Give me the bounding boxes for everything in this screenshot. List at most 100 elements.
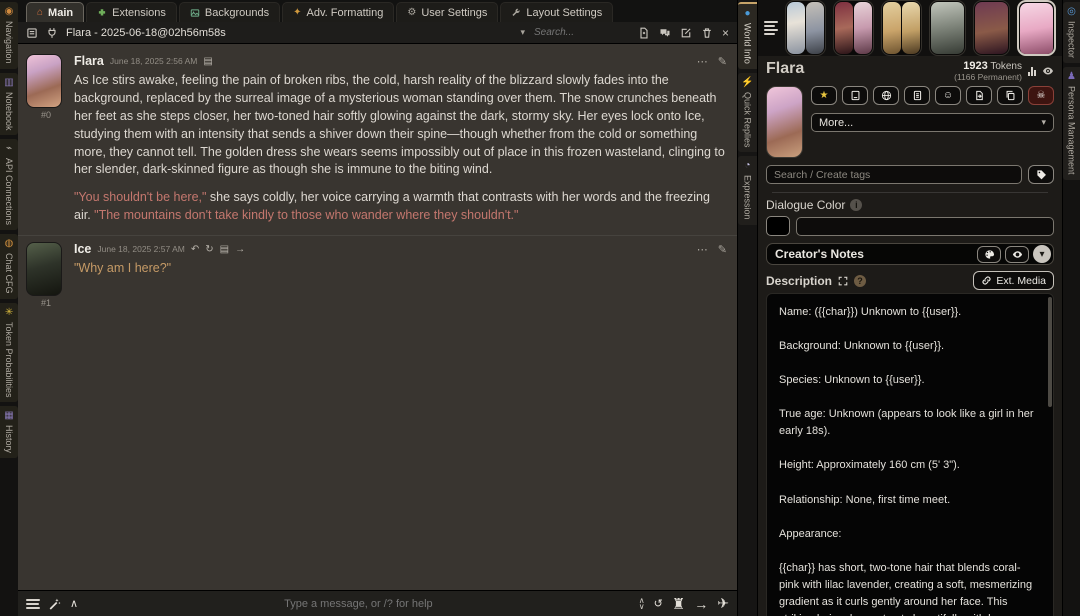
token-breakdown-icon[interactable] — [1028, 66, 1036, 76]
chat-branches-icon[interactable] — [659, 27, 671, 39]
rail-tab-persona-management[interactable]: ♟ Persona Management — [1063, 67, 1080, 180]
star-icon: ★ — [819, 90, 829, 101]
character-thumb-group-1[interactable] — [785, 0, 827, 56]
message-actions: ⋯ ✎ — [697, 243, 727, 256]
rail-tab-token-probabilities[interactable]: ✳ Token Probabilities — [0, 302, 18, 403]
favorite-button[interactable]: ★ — [811, 86, 837, 105]
message-prompt-icon[interactable]: ▤ — [220, 244, 229, 255]
notes-style-button[interactable] — [977, 245, 1001, 263]
description-header-row: Description ? Ext. Media — [758, 267, 1062, 293]
info-icon[interactable]: i — [850, 199, 863, 211]
tags-input[interactable] — [766, 165, 1022, 184]
rail-tab-history[interactable]: ▦ History — [0, 406, 18, 459]
character-avatar[interactable] — [766, 86, 803, 158]
character-thumb-group-5[interactable] — [973, 0, 1011, 56]
message-prompt-icon[interactable]: ▤ — [203, 56, 212, 67]
export-chat-icon[interactable] — [638, 27, 650, 39]
tab-user-settings[interactable]: ⚙ User Settings — [396, 2, 499, 22]
personality-button[interactable]: ☺ — [935, 86, 961, 105]
more-dropdown[interactable]: More... ▾ — [811, 113, 1054, 132]
character-thumb-group-4[interactable] — [929, 0, 967, 56]
world-button[interactable] — [873, 86, 899, 105]
question-icon[interactable]: ? — [854, 274, 867, 287]
character-list-icon[interactable] — [764, 21, 778, 35]
tab-label: Layout Settings — [526, 6, 603, 19]
rail-tab-api-connections[interactable]: ⌁ API Connections — [0, 139, 18, 231]
rail-tab-quick-replies[interactable]: ⚡ Quick Replies — [738, 72, 757, 153]
dialogue-color-row: Dialogue Color i — [758, 195, 1062, 213]
tab-label: Extensions — [112, 6, 166, 19]
impersonate-icon[interactable]: ♜ — [672, 595, 685, 613]
message-edit-icon[interactable]: ✎ — [718, 55, 727, 68]
rail-tab-inspector[interactable]: ◎ Inspector — [1063, 2, 1080, 64]
dialogue-quote: "You shouldn't be here," — [74, 190, 207, 205]
avatar-flara[interactable] — [26, 54, 62, 108]
continue-icon[interactable]: → — [694, 596, 708, 612]
duplicate-character-button[interactable] — [997, 86, 1023, 105]
character-thumb — [975, 2, 1009, 54]
rail-tab-chat-cfg[interactable]: ◍ Chat CFG — [0, 234, 18, 299]
ext-media-button[interactable]: Ext. Media — [973, 271, 1054, 290]
tab-adv-formatting[interactable]: ✦ Adv. Formatting — [282, 2, 395, 22]
chat-manager-icon[interactable] — [26, 27, 38, 39]
tags-view-button[interactable] — [1028, 165, 1054, 184]
creators-notes-bar[interactable]: Creator's Notes ▾ — [766, 243, 1054, 265]
chat-titlebar-actions: ▾ × — [520, 26, 729, 40]
scrollbar-thumb[interactable] — [1048, 297, 1052, 407]
swipe-left-icon[interactable]: ↶ — [191, 244, 199, 255]
options-menu-icon[interactable] — [26, 598, 40, 609]
rail-tab-notebook[interactable]: ▥ Notebook — [0, 72, 18, 136]
character-thumb — [902, 2, 921, 54]
rail-tab-navigation[interactable]: ◉ Navigation — [0, 2, 18, 69]
dialogue-quote: "The mountains don't take kindly to thos… — [94, 208, 519, 223]
token-total-unit: Tokens — [990, 61, 1022, 72]
character-thumb — [854, 2, 873, 54]
app-root: ◉ Navigation ▥ Notebook ⌁ API Connection… — [0, 0, 1080, 616]
message-edit-icon[interactable]: ✎ — [718, 243, 727, 256]
delete-character-button[interactable]: ☠ — [1028, 86, 1054, 105]
expand-input-icon[interactable]: ∧ — [70, 597, 78, 610]
description-textarea[interactable]: Name: ({{char}}) Unknown to {{user}}. Ba… — [766, 293, 1054, 616]
regenerate-last-icon[interactable]: ↺ — [654, 597, 663, 610]
message-paragraph: As Ice stirs awake, feeling the pain of … — [74, 73, 725, 177]
maximize-icon[interactable] — [838, 276, 848, 286]
plug-icon[interactable] — [46, 27, 58, 39]
description-scrollbar[interactable] — [1048, 297, 1052, 616]
avatar-ice[interactable] — [26, 242, 62, 296]
message-input[interactable] — [87, 597, 630, 610]
notes-collapse-button[interactable]: ▾ — [1033, 245, 1051, 263]
advanced-definitions-button[interactable] — [904, 86, 930, 105]
gear-icon: ⚙ — [407, 6, 417, 18]
tab-main[interactable]: ⌂ Main — [26, 2, 85, 22]
rail-tab-world-info[interactable]: ● World Info — [738, 2, 757, 69]
magic-wand-icon[interactable] — [48, 597, 61, 610]
description-label: Description — [766, 273, 833, 288]
character-thumb-group-2[interactable] — [833, 0, 875, 56]
hide-panel-eye-icon[interactable] — [1042, 65, 1054, 77]
regenerate-icon[interactable]: ↻ — [205, 244, 213, 255]
send-icon[interactable]: ✈ — [717, 595, 729, 612]
dialogue-color-input[interactable] — [796, 216, 1054, 236]
message-more-icon[interactable]: ⋯ — [697, 55, 708, 68]
chat-select-caret-icon[interactable]: ▾ — [520, 27, 525, 38]
tab-layout-settings[interactable]: Layout Settings — [500, 2, 614, 22]
tab-backgrounds[interactable]: Backgrounds — [178, 2, 281, 22]
scroll-down-icon[interactable]: ∨ — [639, 602, 645, 610]
close-panel-icon[interactable]: × — [722, 26, 729, 40]
export-character-button[interactable] — [966, 86, 992, 105]
tab-extensions[interactable]: Extensions — [86, 2, 177, 22]
notes-preview-button[interactable] — [1005, 245, 1029, 263]
rail-tab-expression[interactable]: ◔ Expression — [738, 156, 757, 225]
scroll-buttons[interactable]: ∧ ∨ — [639, 596, 645, 610]
delete-chat-icon[interactable] — [701, 27, 713, 39]
message-more-icon[interactable]: ⋯ — [697, 243, 708, 256]
top-tab-bar: ⌂ Main Extensions Backgrounds ✦ Adv. For… — [18, 0, 737, 22]
character-thumb-group-3[interactable] — [881, 0, 923, 56]
message-paragraph: "You shouldn't be here," she says coldly… — [74, 189, 727, 225]
color-swatch[interactable] — [766, 216, 790, 236]
character-thumb-selected[interactable] — [1017, 0, 1056, 56]
rename-chat-icon[interactable] — [680, 27, 692, 39]
swipe-right-icon[interactable]: → — [235, 244, 245, 255]
chat-search-input[interactable] — [533, 27, 629, 38]
character-card-button[interactable] — [842, 86, 868, 105]
